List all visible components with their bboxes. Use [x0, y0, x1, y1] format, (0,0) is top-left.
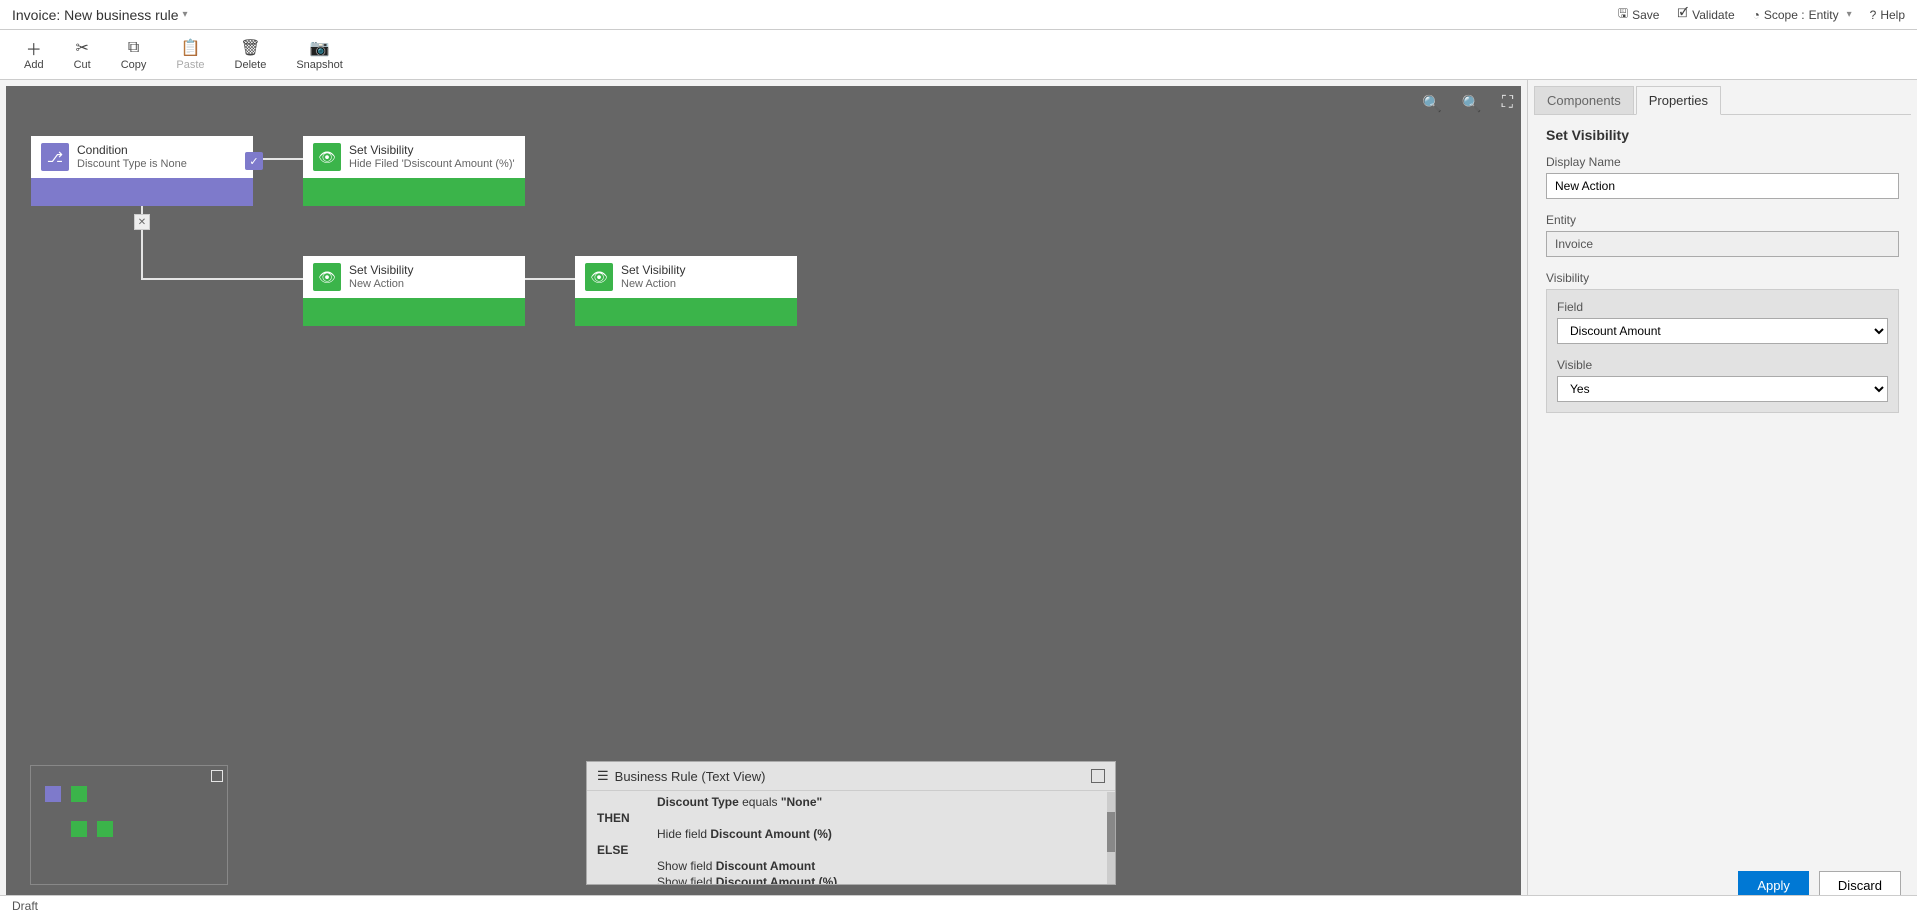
save-icon: 🖫	[1618, 4, 1628, 25]
zoom-in-button[interactable]: 🔍	[1462, 94, 1482, 114]
list-icon: ☰	[597, 768, 609, 784]
action-node[interactable]: 👁 Set Visibility New Action	[575, 256, 797, 326]
paste-tool: 📋 Paste	[176, 39, 204, 71]
connector	[141, 278, 303, 280]
footer: Draft	[0, 895, 1917, 915]
header-title-area[interactable]: Invoice : New business rule ▾	[12, 7, 188, 23]
snapshot-icon: 📷	[310, 39, 330, 57]
minimap-node	[71, 821, 87, 837]
header: Invoice : New business rule ▾ 🖫 Save 🗹 V…	[0, 0, 1917, 30]
tab-components[interactable]: Components	[1534, 86, 1634, 114]
visibility-label: Visibility	[1546, 271, 1899, 285]
field-label: Field	[1557, 300, 1888, 314]
delete-icon: 🗑	[240, 39, 260, 57]
panel-title: Set Visibility	[1546, 127, 1899, 143]
maximize-icon[interactable]	[1091, 769, 1105, 783]
help-icon: ?	[1870, 8, 1877, 22]
entity-label: Entity	[1546, 213, 1899, 227]
zoom-out-button[interactable]: 🔍	[1422, 94, 1442, 114]
action-node[interactable]: 👁 Set Visibility New Action	[303, 256, 525, 326]
text-view-body[interactable]: Discount Type equals "None" THEN Hide fi…	[587, 791, 1115, 884]
action-node[interactable]: 👁 Set Visibility Hide Filed 'Dsiscount A…	[303, 136, 525, 206]
branch-icon: ⎇	[41, 143, 69, 171]
text-view-panel: ☰ Business Rule (Text View) Discount Typ…	[586, 761, 1116, 885]
fit-button[interactable]: ⛶	[1502, 94, 1513, 114]
minimap-node	[71, 786, 87, 802]
display-name-label: Display Name	[1546, 155, 1899, 169]
visible-select[interactable]: Yes	[1557, 376, 1888, 402]
entity-input	[1546, 231, 1899, 257]
save-button[interactable]: 🖫 Save	[1618, 4, 1660, 25]
status-text: Draft	[12, 899, 38, 913]
add-tool[interactable]: ＋ Add	[24, 39, 44, 71]
copy-icon: ⧉	[128, 39, 139, 57]
eye-icon: 👁	[313, 143, 341, 171]
close-icon[interactable]: ✕	[134, 214, 150, 230]
tab-properties[interactable]: Properties	[1636, 86, 1721, 115]
header-entity: Invoice	[12, 7, 56, 23]
snapshot-tool[interactable]: 📷 Snapshot	[296, 39, 342, 71]
scroll-thumb[interactable]	[1107, 812, 1115, 852]
validate-icon: 🗹	[1677, 4, 1688, 25]
condition-node[interactable]: ⎇ Condition Discount Type is None ✓	[31, 136, 253, 206]
minimap-node	[45, 786, 61, 802]
maximize-icon[interactable]	[211, 770, 223, 782]
validate-button[interactable]: 🗹 Validate	[1677, 4, 1734, 25]
text-view-title: Business Rule (Text View)	[615, 769, 766, 784]
minimap-node	[97, 821, 113, 837]
field-select[interactable]: Discount Amount	[1557, 318, 1888, 344]
properties-panel: Components Properties Set Visibility Dis…	[1527, 80, 1917, 915]
help-button[interactable]: ? Help	[1870, 8, 1905, 22]
connector	[525, 278, 575, 280]
toolbar: ＋ Add ✂ Cut ⧉ Copy 📋 Paste 🗑 Delete 📷 Sn…	[0, 30, 1917, 80]
main: 🔍 🔍 ⛶ ⎇ Condition Discount Type is None	[0, 80, 1917, 915]
cut-tool[interactable]: ✂ Cut	[74, 39, 91, 71]
minimap[interactable]	[30, 765, 228, 885]
scope-icon: ◔	[1753, 8, 1760, 22]
display-name-input[interactable]	[1546, 173, 1899, 199]
copy-tool[interactable]: ⧉ Copy	[121, 39, 147, 71]
cut-icon: ✂	[75, 39, 88, 57]
delete-tool[interactable]: 🗑 Delete	[235, 39, 267, 71]
paste-icon: 📋	[181, 39, 201, 57]
header-title: New business rule	[64, 7, 178, 23]
visible-label: Visible	[1557, 358, 1888, 372]
chevron-down-icon[interactable]: ▾	[183, 9, 188, 20]
eye-icon: 👁	[313, 263, 341, 291]
canvas[interactable]: 🔍 🔍 ⛶ ⎇ Condition Discount Type is None	[6, 86, 1521, 909]
chevron-down-icon: ▾	[1847, 9, 1852, 20]
add-icon: ＋	[26, 39, 42, 57]
eye-icon: 👁	[585, 263, 613, 291]
scope-dropdown[interactable]: ◔ Scope : Entity ▾	[1753, 8, 1852, 22]
check-icon: ✓	[245, 152, 263, 170]
scrollbar[interactable]	[1107, 792, 1115, 884]
canvas-wrap: 🔍 🔍 ⛶ ⎇ Condition Discount Type is None	[0, 80, 1527, 915]
